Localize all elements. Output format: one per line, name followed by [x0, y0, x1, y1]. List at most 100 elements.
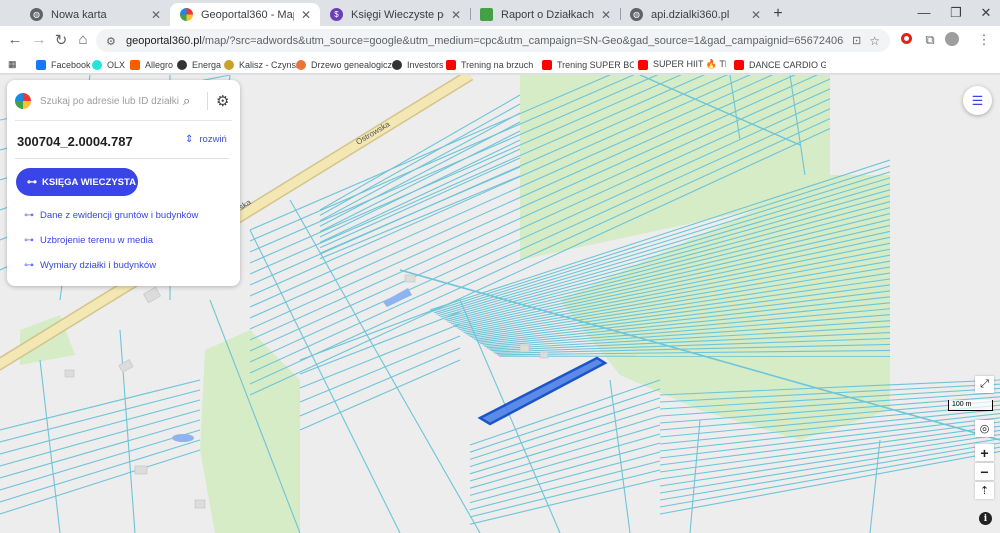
bookmark-energa[interactable]: Energa — [177, 57, 221, 72]
gear-icon[interactable]: ⚙ — [216, 92, 232, 110]
bookmark-kalisz[interactable]: Kalisz - Czynsz — [224, 57, 301, 72]
expand-label: rozwiń — [199, 134, 227, 145]
parcel-line — [319, 112, 521, 222]
back-icon[interactable]: ← — [6, 31, 24, 48]
close-tab-icon[interactable]: ✕ — [750, 8, 762, 22]
tab-new-tab[interactable]: ◍ Nowa karta ✕ — [20, 3, 170, 26]
locate-button[interactable]: ◎ — [975, 420, 994, 437]
close-tab-icon[interactable]: ✕ — [450, 8, 462, 22]
scale-bar: 100 m — [948, 400, 993, 411]
info-button[interactable]: i — [979, 512, 992, 525]
opera-extension-icon[interactable] — [898, 32, 914, 47]
bookmark-facebook[interactable]: Facebook — [36, 57, 91, 72]
fullscreen-button[interactable]: ⤢ — [975, 376, 994, 393]
tab-ksiegi[interactable]: $ Księgi Wieczyste po Numerze D ✕ — [320, 3, 470, 26]
bookmarks-bar: ▦ Facebook OLX Allegro Energa Kalisz - C… — [0, 55, 1000, 74]
zoom-out-button[interactable]: − — [975, 463, 994, 480]
parcel-line — [0, 379, 201, 431]
parcel-line — [299, 311, 461, 375]
parcel-line — [0, 399, 201, 455]
parcel-line — [469, 442, 661, 496]
link-uzbrojenie[interactable]: ⊶ Uzbrojenie terenu w media — [24, 235, 153, 246]
buildings — [64, 274, 549, 509]
dzialki-favicon — [480, 8, 493, 21]
bookmark-dance-cardio[interactable]: DANCE CARDIO GIR... — [734, 57, 826, 72]
close-tab-icon[interactable]: ✕ — [600, 8, 612, 22]
drzewo-icon — [296, 59, 306, 70]
parcel-line — [689, 419, 701, 533]
browser-toolbar: ← → ↻ ⌂ ⚙ geoportal360.pl/map/?src=adwor… — [0, 26, 1000, 55]
bookmark-super-hiit[interactable]: SUPER HIIT 🔥 TRE... — [638, 57, 726, 72]
tab-raport[interactable]: Raport o Działkach | Działki360 ✕ — [470, 3, 620, 26]
close-window-button[interactable]: ✕ — [978, 5, 994, 21]
tab-api[interactable]: ◍ api.dzialki360.pl ✕ — [620, 3, 770, 26]
parcel-line — [659, 446, 1000, 508]
tab-title: Księgi Wieczyste po Numerze D — [351, 8, 444, 21]
kalisz-icon — [224, 59, 234, 70]
restore-button[interactable]: ❐ — [948, 5, 964, 21]
parcel-line — [319, 148, 521, 243]
ksiegi-favicon: $ — [330, 8, 343, 21]
reload-icon[interactable]: ↻ — [52, 31, 70, 49]
ksiega-wieczysta-button[interactable]: ⊶ KSIĘGA WIECZYSTA — [16, 168, 138, 196]
search-icon[interactable]: ⌕ — [183, 93, 199, 109]
bookmark-investors[interactable]: Investors — [392, 57, 444, 72]
home-icon[interactable]: ⌂ — [74, 31, 92, 48]
forward-icon[interactable]: → — [30, 31, 48, 48]
bookmark-trening-super[interactable]: Trening SUPER BOD... — [542, 57, 634, 72]
tab-title: api.dzialki360.pl — [651, 8, 730, 21]
bookmark-star-icon[interactable]: ☆ — [869, 34, 880, 48]
tab-title: Raport o Działkach | Działki360 — [501, 8, 594, 21]
close-tab-icon[interactable]: ✕ — [300, 8, 312, 22]
link-icon: ⊶ — [24, 235, 34, 246]
parcel-line — [299, 299, 461, 361]
minimize-button[interactable]: — — [916, 5, 932, 20]
parcel-line — [659, 438, 1000, 494]
apps-icon[interactable]: ▦ — [8, 57, 17, 72]
site-info-icon[interactable]: ⚙ — [106, 35, 118, 48]
parcel-line — [469, 415, 661, 475]
globe-icon: ◍ — [30, 8, 43, 21]
link-label: Uzbrojenie terenu w media — [40, 235, 154, 246]
profile-avatar[interactable] — [944, 32, 960, 49]
tab-geoportal[interactable]: Geoportal360 - Mapa Interaktywna ✕ — [170, 3, 320, 26]
menu-icon[interactable]: ⋮ — [976, 32, 992, 48]
parcel-line — [469, 424, 661, 482]
youtube-icon — [446, 59, 456, 70]
facebook-icon — [36, 59, 46, 70]
new-tab-button[interactable]: + — [770, 5, 786, 23]
expand-button[interactable]: ⇕ rozwiń — [185, 134, 227, 145]
water-body — [383, 288, 412, 307]
layers-button[interactable]: ☰ — [963, 86, 992, 115]
parcel-line — [299, 323, 461, 389]
youtube-icon — [542, 59, 552, 70]
address-bar[interactable]: ⚙ geoportal360.pl/map/?src=adwords&utm_s… — [96, 29, 890, 52]
divider — [207, 92, 208, 110]
tab-title: Geoportal360 - Mapa Interaktywna — [201, 8, 294, 21]
extensions-icon[interactable]: ⧉ — [922, 32, 938, 48]
parcel-line — [659, 425, 1000, 473]
link-dane-ewidencji[interactable]: ⊶ Dane z ewidencji gruntów i budynków — [24, 210, 198, 221]
install-app-icon[interactable]: ⊡ — [852, 34, 861, 47]
close-tab-icon[interactable]: ✕ — [150, 8, 162, 22]
youtube-icon — [638, 59, 648, 70]
search-input[interactable] — [40, 95, 180, 107]
link-wymiary[interactable]: ⊶ Wymiary działki i budynków — [24, 260, 156, 271]
north-arrow-button[interactable]: ⇡ — [975, 482, 994, 499]
allegro-icon — [130, 59, 140, 70]
bookmark-olx[interactable]: OLX — [92, 57, 125, 72]
investors-icon — [392, 59, 402, 70]
link-label: Wymiary działki i budynków — [40, 260, 157, 271]
search-bar: ⌕ ⚙ — [15, 89, 233, 113]
parcel-line — [0, 409, 201, 467]
youtube-icon — [734, 59, 744, 70]
energa-icon — [177, 59, 187, 70]
link-label: Dane z ewidencji gruntów i budynków — [40, 210, 199, 221]
divider — [15, 120, 232, 121]
link-icon: ⊶ — [24, 260, 34, 271]
bookmark-allegro[interactable]: Allegro — [130, 57, 173, 72]
forest-area — [200, 330, 300, 533]
bookmark-trening-brzuch[interactable]: Trening na brzuch i... — [446, 57, 536, 72]
zoom-in-button[interactable]: + — [975, 444, 994, 461]
bookmark-drzewo[interactable]: Drzewo genealogicz... — [296, 57, 400, 72]
